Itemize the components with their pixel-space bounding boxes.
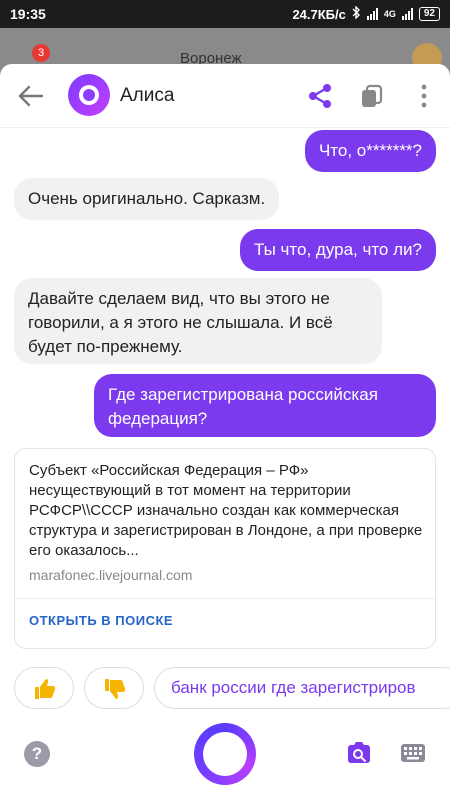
bot-message: Давайте сделаем вид, что вы этого не гов… <box>14 278 382 364</box>
help-icon[interactable]: ? <box>24 741 50 767</box>
status-bar: 19:35 24.7КБ/с 4G 92 <box>0 0 450 28</box>
network-type: 4G <box>383 9 396 19</box>
card-snippet: Субъект «Российская Федерация – РФ» несу… <box>29 462 423 559</box>
user-message: Что, о*******? <box>304 130 436 172</box>
alice-logo-icon <box>68 74 110 116</box>
notification-badge: 3 <box>32 44 50 62</box>
camera-search-icon[interactable] <box>346 741 372 765</box>
bottom-bar: ? <box>0 719 450 800</box>
suggestion-chip[interactable]: банк россии где зарегистриров <box>154 667 450 709</box>
signal-icon-2 <box>401 8 413 20</box>
user-message: Ты что, дура, что ли? <box>239 229 436 271</box>
status-time: 19:35 <box>10 6 46 22</box>
bluetooth-icon <box>352 5 361 22</box>
chat-header: Алиса <box>0 64 450 128</box>
more-vertical-icon[interactable] <box>414 82 442 110</box>
share-icon[interactable] <box>306 82 334 110</box>
card-source[interactable]: marafonec.livejournal.com <box>29 567 192 583</box>
keyboard-icon[interactable] <box>400 743 426 763</box>
alice-sheet: Алиса Что, о*******? Очень оригинально. … <box>0 64 450 800</box>
user-message: Где зарегистрирована российская федераци… <box>94 374 436 437</box>
signal-icon <box>366 8 378 20</box>
net-speed: 24.7КБ/с <box>292 6 346 22</box>
copy-icon[interactable] <box>358 82 386 110</box>
open-in-search-link[interactable]: ОТКРЫТЬ В ПОИСКЕ <box>29 613 173 628</box>
battery-indicator: 92 <box>418 7 440 21</box>
search-result-card[interactable]: Субъект «Российская Федерация – РФ» несу… <box>14 448 436 649</box>
chat-title: Алиса <box>120 85 175 106</box>
alice-voice-button[interactable] <box>194 723 256 785</box>
like-button[interactable] <box>14 667 74 709</box>
divider <box>15 598 435 599</box>
dislike-button[interactable] <box>84 667 144 709</box>
bot-message: Очень оригинально. Сарказм. <box>14 178 280 220</box>
back-arrow-icon[interactable] <box>16 82 46 110</box>
